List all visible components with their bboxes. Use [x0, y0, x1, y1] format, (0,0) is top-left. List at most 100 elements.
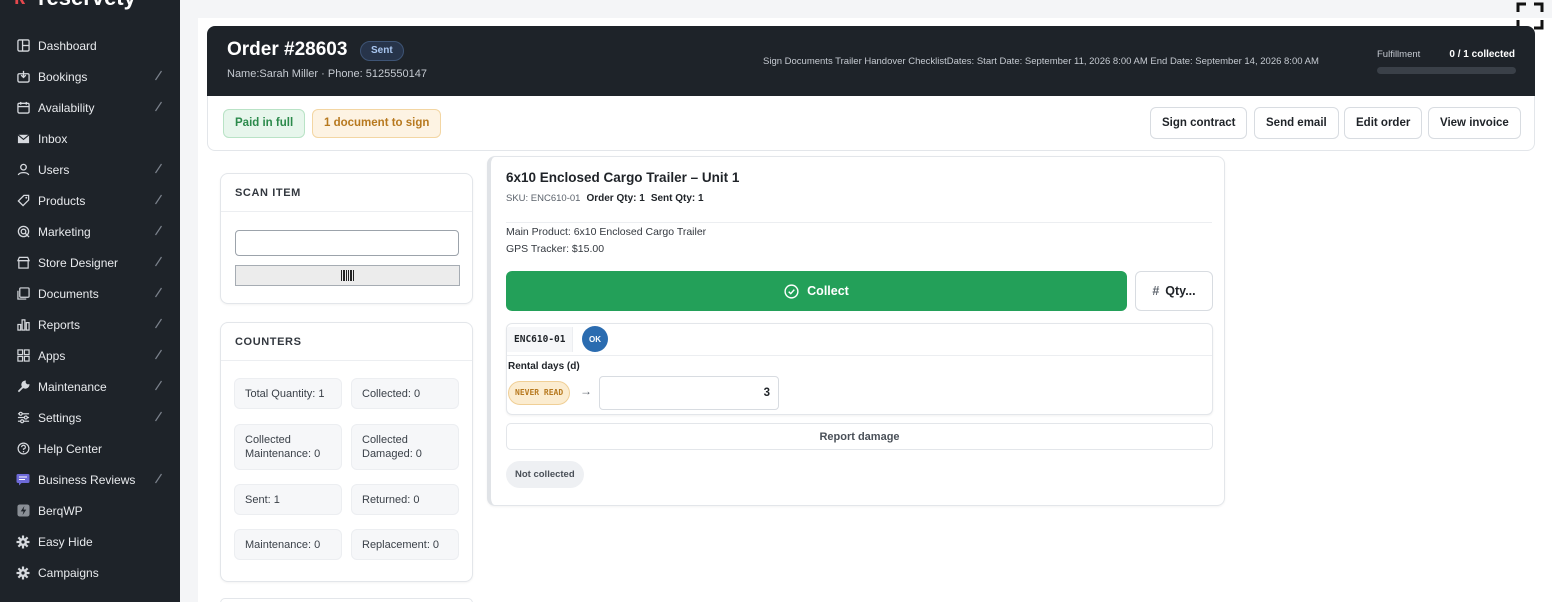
bolt-icon: [16, 504, 30, 518]
barcode-icon: [340, 270, 354, 281]
sidebar-item-berqwp[interactable]: BerqWP: [0, 495, 180, 526]
fulfillment-progress-bar: [1377, 67, 1516, 74]
sidebar-item-business-reviews[interactable]: Business Reviews: [0, 464, 180, 495]
brand-logo[interactable]: k reservety: [14, 0, 136, 10]
send-email-button[interactable]: Send email: [1254, 107, 1339, 139]
item-sent-qty: Sent Qty: 1: [650, 193, 704, 204]
collect-label: Collect: [807, 284, 849, 298]
sidebar-item-label: Campaigns: [38, 565, 99, 580]
rental-days-label: Rental days (d): [508, 361, 580, 372]
sidebar-item-label: Reports: [38, 317, 81, 332]
collection-status-chip: Not collected: [506, 461, 584, 488]
qty-label: Qty...: [1165, 284, 1196, 298]
counter-collected-maintenance: Collected Maintenance: 0: [234, 424, 342, 470]
scan-barcode-button[interactable]: [235, 265, 460, 286]
sidebar-item-products[interactable]: Products: [0, 185, 180, 216]
sidebar-item-label: Inbox: [38, 131, 68, 146]
next-card-stub: [220, 598, 473, 602]
sidebar-item-settings[interactable]: Settings: [0, 402, 180, 433]
chevron-right-icon: [154, 255, 164, 270]
order-item-card: 6x10 Enclosed Cargo Trailer – Unit 1 SKU…: [487, 156, 1225, 506]
sidebar-item-availability[interactable]: Availability: [0, 92, 180, 123]
collect-button[interactable]: Collect: [506, 271, 1127, 311]
scan-input[interactable]: [235, 230, 459, 256]
paid-badge: Paid in full: [223, 109, 306, 138]
sidebar-item-users[interactable]: Users: [0, 154, 180, 185]
never-read-badge: NEVER READ: [508, 381, 571, 405]
counter-total-quantity: Total Quantity: 1: [234, 378, 342, 409]
order-title: Order #28603: [227, 39, 348, 60]
edit-order-button[interactable]: Edit order: [1344, 107, 1423, 139]
status-badge: Sent: [360, 41, 404, 61]
chevron-right-icon: [154, 348, 164, 363]
sidebar-item-label: Store Designer: [38, 255, 119, 270]
sidebar-item-label: Business Reviews: [38, 472, 136, 487]
sidebar-item-marketing[interactable]: Marketing: [0, 216, 180, 247]
chevron-right-icon: [154, 286, 164, 301]
sidebar-item-store-designer[interactable]: Store Designer: [0, 247, 180, 278]
sidebar-item-apps[interactable]: Apps: [0, 340, 180, 371]
dashboard-icon: [16, 39, 30, 53]
scan-item-title: SCAN ITEM: [221, 174, 472, 212]
documents-icon: [16, 287, 30, 301]
unit-code: ENC610-01: [507, 327, 574, 352]
sidebar-item-reports[interactable]: Reports: [0, 309, 180, 340]
sidebar-item-maintenance[interactable]: Maintenance: [0, 371, 180, 402]
sidebar-item-bookings[interactable]: Bookings: [0, 61, 180, 92]
arrow-right-icon: →: [580, 384, 592, 398]
sidebar-item-label: Maintenance: [38, 379, 107, 394]
scan-item-card: SCAN ITEM: [220, 173, 473, 304]
sidebar-item-label: Users: [38, 162, 70, 177]
sidebar-item-help-center[interactable]: Help Center: [0, 433, 180, 464]
chevron-right-icon: [154, 100, 164, 115]
unit-box: ENC610-01 OK Rental days (d) NEVER READ …: [506, 323, 1213, 415]
sidebar-item-easy-hide[interactable]: Easy Hide: [0, 526, 180, 557]
check-circle-icon: [784, 283, 799, 299]
counter-sent: Sent: 1: [234, 484, 342, 515]
view-invoice-button[interactable]: View invoice: [1428, 107, 1521, 139]
sidebar-item-label: Help Center: [38, 441, 103, 456]
sidebar-item-label: Apps: [38, 348, 66, 363]
sidebar-item-inbox[interactable]: Inbox: [0, 123, 180, 154]
sidebar-item-label: Easy Hide: [38, 534, 93, 549]
sidebar-item-campaigns[interactable]: Campaigns: [0, 557, 180, 588]
document-badge[interactable]: 1 document to sign: [312, 109, 442, 138]
bookings-icon: [16, 70, 30, 84]
counter-replacement: Replacement: 0: [351, 529, 459, 560]
store-icon: [16, 256, 30, 270]
item-sku: SKU: ENC610-01: [506, 193, 581, 204]
apps-icon: [16, 349, 30, 363]
sidebar-item-documents[interactable]: Documents: [0, 278, 180, 309]
sidebar-item-dashboard[interactable]: Dashboard: [0, 30, 180, 61]
rental-days-input[interactable]: [599, 376, 779, 410]
item-gps-tracker: GPS Tracker: $15.00: [506, 243, 605, 255]
sidebar-item-label: Marketing: [38, 224, 91, 239]
chevron-right-icon: [154, 410, 164, 425]
sidebar: k reservety Dashboard Bookings Availabilit…: [0, 0, 180, 602]
fulfillment-value: 0 / 1 collected: [1449, 49, 1515, 60]
counters-card: COUNTERS Total Quantity: 1 Collected: 0 …: [220, 322, 473, 582]
wrench-icon: [16, 380, 30, 394]
chevron-right-icon: [154, 162, 164, 177]
fulfillment-label: Fulfillment: [1377, 49, 1421, 60]
report-damage-button[interactable]: Report damage: [506, 423, 1213, 450]
sidebar-item-label: Bookings: [38, 69, 88, 84]
item-order-qty: Order Qty: 1: [586, 193, 645, 204]
sidebar-nav: Dashboard Bookings Availability Inbox Users P…: [0, 30, 180, 588]
qty-button[interactable]: # Qty...: [1135, 271, 1213, 311]
marketing-icon: [16, 225, 30, 239]
chevron-right-icon: [154, 472, 164, 487]
counter-maintenance: Maintenance: 0: [234, 529, 342, 560]
counter-returned: Returned: 0: [351, 484, 459, 515]
gear-icon: [16, 535, 30, 549]
item-divider: [506, 222, 1212, 223]
brand-logo-icon: k: [14, 0, 32, 8]
sidebar-item-label: Documents: [38, 286, 99, 301]
chevron-right-icon: [154, 69, 164, 84]
unit-header: ENC610-01 OK: [507, 324, 1212, 356]
chevron-right-icon: [154, 317, 164, 332]
sign-contract-button[interactable]: Sign contract: [1150, 107, 1248, 139]
item-meta: SKU: ENC610-01 Order Qty: 1 Sent Qty: 1: [506, 193, 704, 204]
sliders-icon: [16, 411, 30, 425]
counters-title: COUNTERS: [221, 323, 472, 361]
